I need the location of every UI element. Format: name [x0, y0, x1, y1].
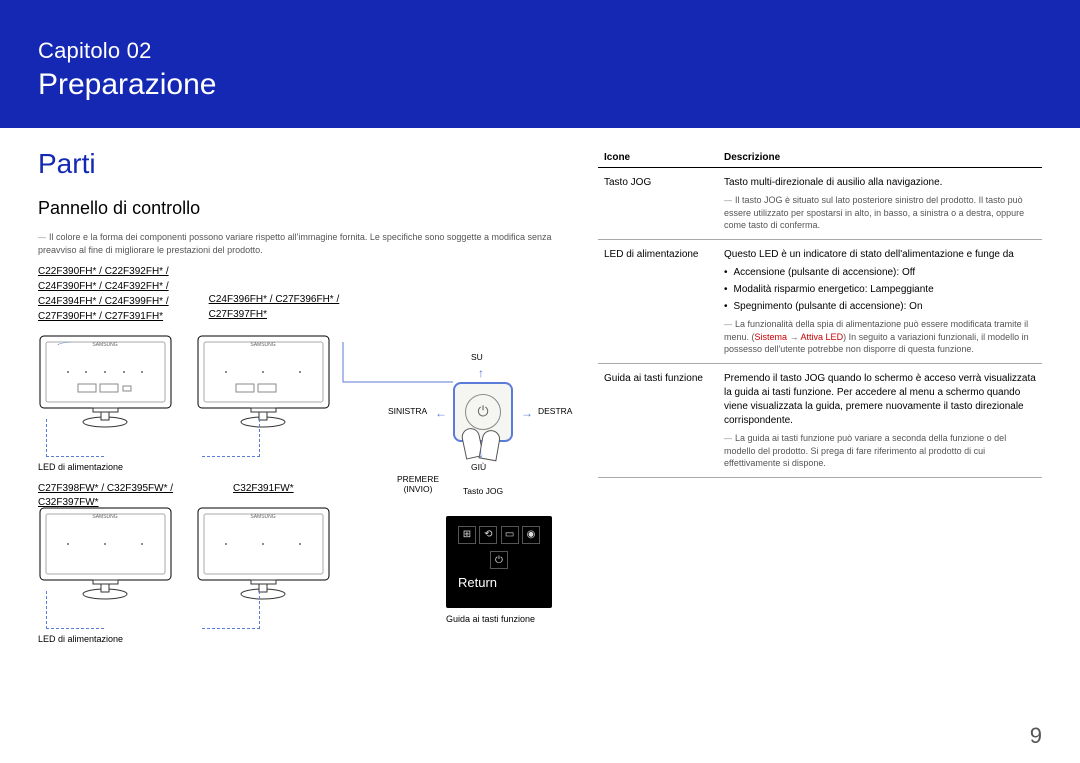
- guide-label: Guida ai tasti funzione: [446, 614, 535, 624]
- monitor-icon: SAMSUNG: [196, 506, 331, 601]
- table-row: Tasto JOG Tasto multi-direzionale di aus…: [598, 168, 1042, 240]
- cell-desc: Premendo il tasto JOG quando lo schermo …: [718, 364, 1042, 478]
- menu-icon: ⊞: [458, 526, 476, 544]
- svg-text:SAMSUNG: SAMSUNG: [92, 514, 117, 520]
- monitor-icon: SAMSUNG: [38, 334, 173, 429]
- cell-desc: Questo LED è un indicatore di stato dell…: [718, 240, 1042, 364]
- jog-label-press: PREMERE (INVIO): [388, 474, 448, 494]
- right-column: Icone Descrizione Tasto JOG Tasto multi-…: [598, 148, 1042, 674]
- subsection-title: Pannello di controllo: [38, 198, 568, 219]
- cell-icon: LED di alimentazione: [598, 240, 718, 364]
- description-table: Icone Descrizione Tasto JOG Tasto multi-…: [598, 148, 1042, 478]
- power-icon: ⏻: [490, 551, 508, 569]
- model-list-top: C22F390FH* / C22F392FH* / C24F390FH* / C…: [38, 264, 568, 324]
- jog-label-name: Tasto JOG: [463, 486, 503, 496]
- jog-label-up: SU: [471, 352, 483, 362]
- jog-label-down: GIÙ: [471, 462, 486, 472]
- svg-text:SAMSUNG: SAMSUNG: [92, 342, 117, 348]
- page-number: 9: [1030, 723, 1042, 749]
- jog-dial-diagram: SU ↑ SINISTRA ← → DESTRA ↓ GIÙ PREMERE (…: [393, 354, 573, 484]
- arrow-down-icon: ↓: [478, 446, 484, 460]
- arrow-up-icon: ↑: [478, 366, 484, 380]
- cell-icon: Tasto JOG: [598, 168, 718, 240]
- chapter-title: Preparazione: [38, 68, 1042, 102]
- page-content: Parti Pannello di controllo Il colore e …: [0, 128, 1080, 674]
- intro-note: Il colore e la forma dei componenti poss…: [38, 231, 568, 256]
- monitor-icon: SAMSUNG: [196, 334, 331, 429]
- return-label: Return: [458, 575, 540, 590]
- left-column: Parti Pannello di controllo Il colore e …: [38, 148, 568, 674]
- svg-text:SAMSUNG: SAMSUNG: [250, 342, 275, 348]
- diagram-area: SAMSUNG SAMSUNG: [38, 334, 568, 674]
- pip-icon: ▭: [501, 526, 519, 544]
- table-row: Guida ai tasti funzione Premendo il tast…: [598, 364, 1042, 478]
- function-key-guide-box: ⊞ ⟲ ▭ ◉ ⏻ Return: [446, 516, 552, 608]
- cell-desc: Tasto multi-direzionale di ausilio alla …: [718, 168, 1042, 240]
- chapter-label: Capitolo 02: [38, 38, 1042, 64]
- th-desc: Descrizione: [718, 148, 1042, 168]
- led-label: LED di alimentazione: [38, 462, 123, 472]
- svg-text:SAMSUNG: SAMSUNG: [250, 514, 275, 520]
- section-title: Parti: [38, 148, 568, 180]
- jog-label-right: DESTRA: [538, 406, 572, 416]
- jog-button-icon: [453, 382, 513, 442]
- cell-icon: Guida ai tasti funzione: [598, 364, 718, 478]
- arrow-left-icon: ←: [435, 406, 447, 420]
- eye-icon: ◉: [522, 526, 540, 544]
- table-row: LED di alimentazione Questo LED è un ind…: [598, 240, 1042, 364]
- th-icone: Icone: [598, 148, 718, 168]
- led-label: LED di alimentazione: [38, 634, 123, 644]
- monitor-icon: SAMSUNG: [38, 506, 173, 601]
- loop-icon: ⟲: [479, 526, 497, 544]
- chapter-header: Capitolo 02 Preparazione: [0, 0, 1080, 128]
- arrow-right-icon: →: [521, 406, 533, 420]
- jog-label-left: SINISTRA: [388, 406, 427, 416]
